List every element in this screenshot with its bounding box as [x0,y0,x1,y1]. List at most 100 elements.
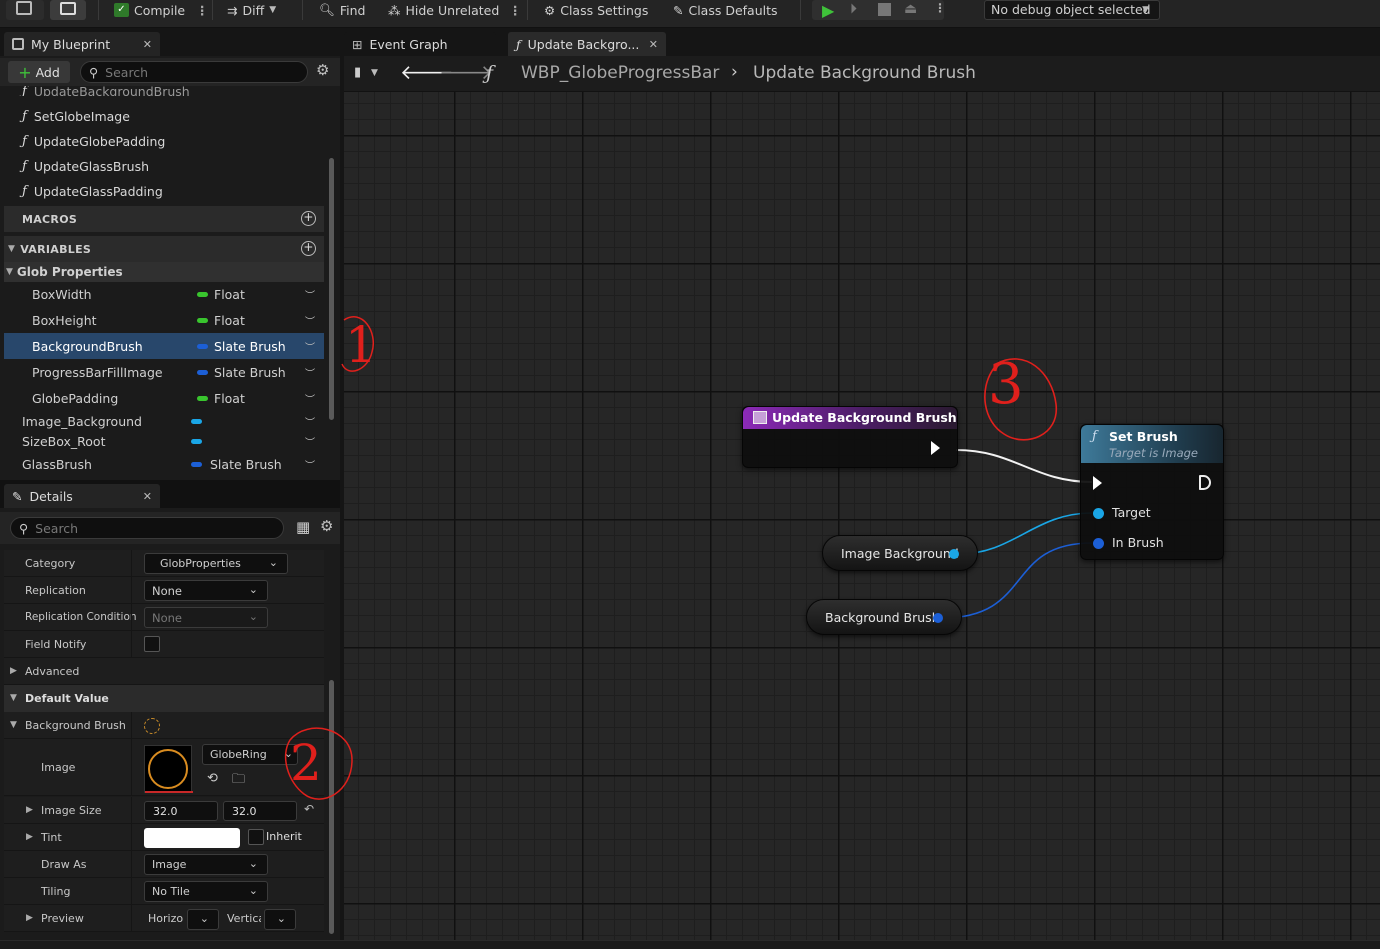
macros-section-header[interactable]: MACROS + [4,206,324,232]
diff-dropdown[interactable]: ⇉ Diff ▼ [227,0,276,20]
play-options-icon[interactable]: ⋮ [934,1,946,15]
target-pin[interactable] [1093,508,1104,519]
browse-button[interactable] [50,0,86,20]
my-blueprint-search-input[interactable]: ⚲ Search [80,61,308,83]
bookmark-icon[interactable]: ▮ [354,65,361,80]
add-variable-icon[interactable]: + [301,241,316,256]
debug-select-value: No debug object selected [991,2,1151,17]
function-item[interactable]: ƒ UpdateGlobePadding [22,130,165,152]
expand-arrow-icon[interactable]: ▶ [26,832,33,842]
details-settings-gear-icon[interactable]: ⚙ [320,517,333,535]
compile-label: Compile [134,2,186,18]
step-icon[interactable]: ⏵ [850,1,857,17]
preview-vertical-combo[interactable]: ⌄ [264,909,296,930]
image-thumbnail[interactable] [144,745,193,793]
collapse-arrow-icon: ▼ [8,244,16,254]
variables-section-header[interactable]: ▼ VARIABLES + [4,236,324,262]
output-pin[interactable] [933,613,943,623]
table-view-icon[interactable]: ▦ [296,518,310,536]
find-icon: 🔍︎ [319,2,335,17]
play-icon[interactable]: ▶ [822,1,834,20]
graph-canvas[interactable]: Update Background Brush ƒ Set Brush Targ… [344,92,1380,949]
close-icon[interactable]: ✕ [143,38,152,51]
closed-eye-icon[interactable]: ︶ [305,339,315,354]
tab-details[interactable]: ✎ Details ✕ [4,484,160,508]
variable-row[interactable]: SizeBox_Root ︶ [4,431,324,451]
image-size-x-input[interactable]: 32.0 [144,801,218,821]
wires-layer [941,449,1093,619]
stop-icon[interactable] [878,3,891,16]
collapse-arrow-icon[interactable]: ▼ [10,720,17,730]
eject-icon[interactable]: ⏏ [904,1,917,17]
use-selected-asset-icon[interactable]: ⟲ [207,771,218,786]
add-macro-icon[interactable]: + [301,211,316,226]
closed-eye-icon[interactable]: ︶ [305,391,315,406]
variable-row[interactable]: GlobePadding Float ︶ [4,385,324,411]
tint-color-swatch[interactable] [144,828,240,848]
variable-row[interactable]: ProgressBarFillImage Slate Brush ︶ [4,359,324,385]
output-pin[interactable] [949,549,959,559]
in-brush-pin[interactable] [1093,538,1104,549]
tab-event-graph[interactable]: ⊞ Event Graph [344,32,496,56]
browse-asset-icon[interactable]: 🗀 [232,770,245,792]
breadcrumb-function[interactable]: Update Background Brush [753,63,976,83]
variable-row[interactable]: Image_Background ︶ [4,411,324,431]
variable-row-selected[interactable]: BackgroundBrush Slate Brush ︶ [4,333,324,359]
closed-eye-icon[interactable]: ︶ [305,313,315,328]
tab-my-blueprint[interactable]: My Blueprint ✕ [4,32,160,56]
image-background-getter-node[interactable]: Image Background [822,535,978,571]
closed-eye-icon[interactable]: ︶ [305,414,315,429]
collapse-arrow-icon[interactable]: ▼ [10,693,17,703]
category-glob-properties[interactable]: ▼ Glob Properties [4,262,324,282]
breadcrumb-blueprint[interactable]: WBP_GlobeProgressBar [521,63,719,83]
inherit-checkbox[interactable] [248,829,264,845]
default-value-section[interactable]: ▼ Default Value [4,685,324,712]
function-entry-node[interactable]: Update Background Brush [742,406,958,468]
exec-out-pin[interactable] [931,441,940,455]
close-icon[interactable]: ✕ [143,490,152,503]
expand-arrow-icon[interactable]: ▶ [10,666,17,676]
background-brush-getter-node[interactable]: Background Brush [806,599,962,635]
annotation-3-circle [984,358,1057,441]
close-icon[interactable]: ✕ [649,38,658,51]
draw-as-combo[interactable]: Image ⌄ [144,854,268,875]
chevron-down-icon[interactable]: ▼ [371,68,378,78]
replication-combo[interactable]: None ⌄ [144,580,268,601]
variable-row[interactable]: GlassBrush Slate Brush ︶ [4,452,324,476]
function-item[interactable]: ƒ UpdateGlassBrush [22,155,149,177]
set-brush-node[interactable]: ƒ Set Brush Target is Image Target In Br… [1080,424,1224,560]
function-item[interactable]: ƒ UpdateGlassPadding [22,180,163,202]
hide-unrelated-button[interactable]: ⁂ Hide Unrelated [388,0,499,20]
variable-row[interactable]: BoxWidth Float ︶ [4,281,324,307]
function-item[interactable]: ƒ SetGlobeImage [22,105,130,127]
debug-object-select[interactable]: No debug object selected ▼ [984,0,1160,20]
forward-arrow-icon[interactable]: 🡒 [439,60,493,84]
closed-eye-icon[interactable]: ︶ [305,287,315,302]
variable-row[interactable]: BoxHeight Float ︶ [4,307,324,333]
class-defaults-button[interactable]: ✎ Class Defaults [673,0,778,20]
tiling-combo[interactable]: No Tile ⌄ [144,881,268,902]
exec-in-pin[interactable] [1093,476,1102,490]
tab-update-background-brush[interactable]: ƒ Update Backgro... ✕ [508,32,666,56]
compile-options-icon[interactable]: ⋮ [196,0,209,20]
expand-arrow-icon[interactable]: ▶ [26,913,33,923]
find-button[interactable]: 🔍︎ Find [319,0,366,20]
class-settings-button[interactable]: ⚙ Class Settings [544,0,648,20]
field-notify-checkbox[interactable] [144,636,160,652]
category-combo[interactable]: GlobProperties ⌄ [144,553,288,574]
compile-button[interactable]: ✓ Compile [114,0,185,20]
add-button[interactable]: + Add [8,61,70,83]
details-search-input[interactable]: ⚲ Search [10,517,284,539]
closed-eye-icon[interactable]: ︶ [305,365,315,380]
details-scrollbar[interactable] [329,680,334,934]
expand-arrow-icon[interactable]: ▶ [26,805,33,815]
hide-unrelated-options-icon[interactable]: ⋮ [509,0,522,20]
settings-gear-icon[interactable]: ⚙ [316,61,329,79]
preview-horizontal-combo[interactable]: ⌄ [187,909,219,930]
exec-out-pin[interactable] [1199,475,1211,490]
advanced-row[interactable]: ▶ Advanced [4,658,324,685]
partial-function-row[interactable]: ƒ UpdateBackgroundBrush [0,86,330,96]
save-button[interactable] [6,0,44,20]
closed-eye-icon[interactable]: ︶ [305,457,315,472]
closed-eye-icon[interactable]: ︶ [305,434,315,449]
